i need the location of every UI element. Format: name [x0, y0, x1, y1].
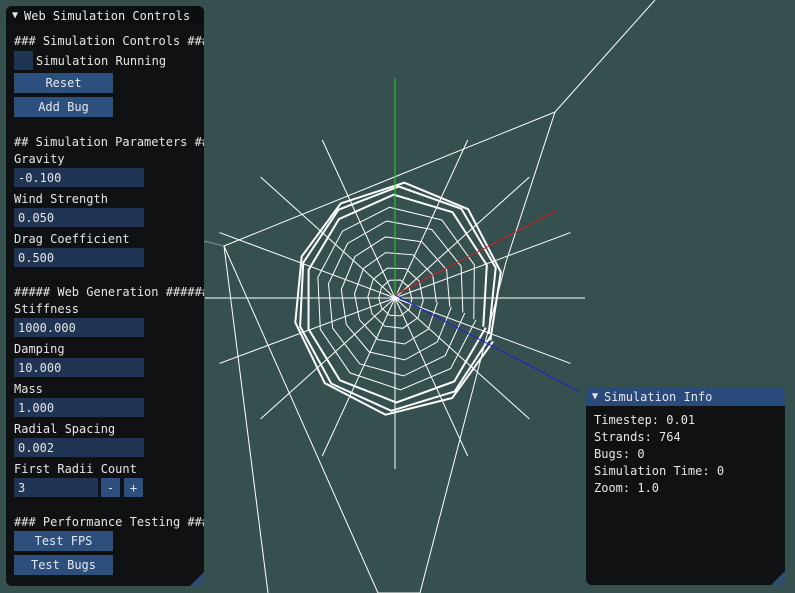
resize-grip[interactable] [771, 571, 785, 585]
reset-button[interactable]: Reset [14, 73, 113, 93]
damping-label: Damping [14, 342, 65, 356]
increment-button[interactable]: + [124, 478, 143, 497]
controls-window: ▼ Web Simulation Controls ### Simulation… [6, 6, 204, 586]
stiffness-label: Stiffness [14, 302, 80, 316]
radial-spacing-input[interactable]: 0.002 [14, 438, 144, 457]
stiffness-input[interactable]: 1000.000 [14, 318, 144, 337]
controls-title: Web Simulation Controls [24, 8, 191, 23]
info-title: Simulation Info [604, 389, 713, 404]
controls-titlebar[interactable]: ▼ Web Simulation Controls [6, 6, 204, 25]
gravity-input[interactable]: -0.100 [14, 168, 144, 187]
resize-grip[interactable] [190, 572, 204, 586]
gravity-label: Gravity [14, 152, 65, 166]
collapse-icon[interactable]: ▼ [592, 391, 598, 402]
test-fps-button[interactable]: Test FPS [14, 531, 113, 551]
running-checkbox[interactable] [14, 51, 33, 70]
add-bug-button[interactable]: Add Bug [14, 97, 113, 117]
strands-text: Strands: 764 [594, 430, 681, 444]
sim-controls-header: ### Simulation Controls ### [14, 34, 204, 48]
damping-input[interactable]: 10.000 [14, 358, 144, 377]
running-label: Simulation Running [36, 54, 167, 68]
params-header: ## Simulation Parameters ## [14, 135, 204, 149]
drag-input[interactable]: 0.500 [14, 248, 144, 267]
bugs-text: Bugs: 0 [594, 447, 645, 461]
wind-input[interactable]: 0.050 [14, 208, 144, 227]
radial-spacing-label: Radial Spacing [14, 422, 116, 436]
mass-label: Mass [14, 382, 43, 396]
generation-header: ##### Web Generation ###### [14, 285, 204, 299]
drag-label: Drag Coefficient [14, 232, 130, 246]
test-bugs-button[interactable]: Test Bugs [14, 555, 113, 575]
zoom-text: Zoom: 1.0 [594, 481, 660, 495]
mass-input[interactable]: 1.000 [14, 398, 144, 417]
wind-label: Wind Strength [14, 192, 108, 206]
radii-count-label: First Radii Count [14, 462, 137, 476]
axis-z [394, 294, 581, 393]
info-window: ▼ Simulation Info Timestep: 0.01 Strands… [586, 387, 785, 585]
timestep-text: Timestep: 0.01 [594, 413, 696, 427]
decrement-button[interactable]: - [101, 478, 120, 497]
radii-count-input[interactable]: 3 [14, 478, 98, 497]
simulation-time-text: Simulation Time: 0 [594, 464, 725, 478]
performance-header: ### Performance Testing ### [14, 515, 204, 529]
info-titlebar[interactable]: ▼ Simulation Info [586, 387, 785, 406]
collapse-icon[interactable]: ▼ [12, 10, 18, 21]
